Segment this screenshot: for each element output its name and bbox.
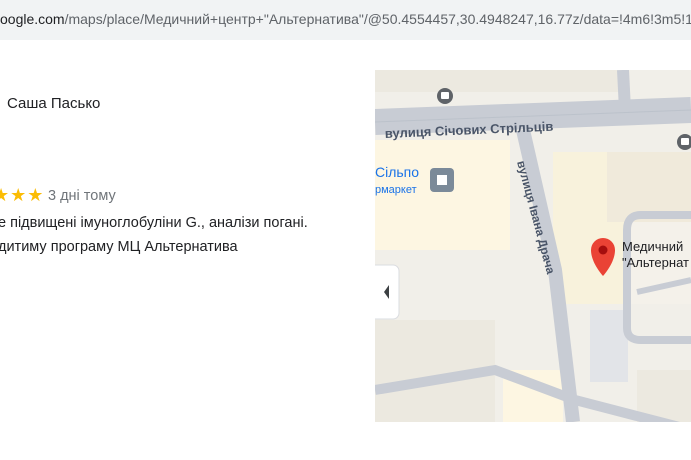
page-bottom-area	[0, 422, 691, 460]
poi-type-supermarket: рмаркет	[375, 184, 417, 196]
place-label-line-2[interactable]: "Альтернат	[622, 255, 689, 270]
map-block	[375, 70, 623, 92]
map-block	[590, 310, 628, 382]
review-text-line-1: е підвищені імуноглобуліни G., аналізи п…	[0, 215, 308, 231]
supermarket-icon[interactable]	[430, 168, 454, 192]
rating-stars: ★★★	[0, 185, 45, 205]
poi-label-silpo[interactable]: Сільпо	[375, 164, 419, 180]
review-panel: Саша Пасько ★★★ 3 дні тому е підвищені і…	[0, 40, 375, 422]
review-date: 3 дні тому	[48, 188, 116, 204]
road-upper	[617, 70, 631, 111]
browser-address-bar[interactable]: oogle.com/maps/place/Медичний+центр+"Аль…	[0, 0, 691, 40]
reviewer-name[interactable]: Саша Пасько	[7, 95, 100, 112]
collapse-panel-button[interactable]	[375, 264, 400, 320]
url-text[interactable]: oogle.com/maps/place/Медичний+центр+"Аль…	[0, 11, 691, 27]
map-view[interactable]: вулиця Січових Стрільців вулиця Івана Др…	[375, 70, 691, 422]
place-label-line-1[interactable]: Медичний	[622, 239, 683, 254]
review-text-line-2: дитиму програму МЦ Альтернатива	[0, 239, 238, 255]
bus-stop-icon[interactable]	[437, 88, 453, 104]
